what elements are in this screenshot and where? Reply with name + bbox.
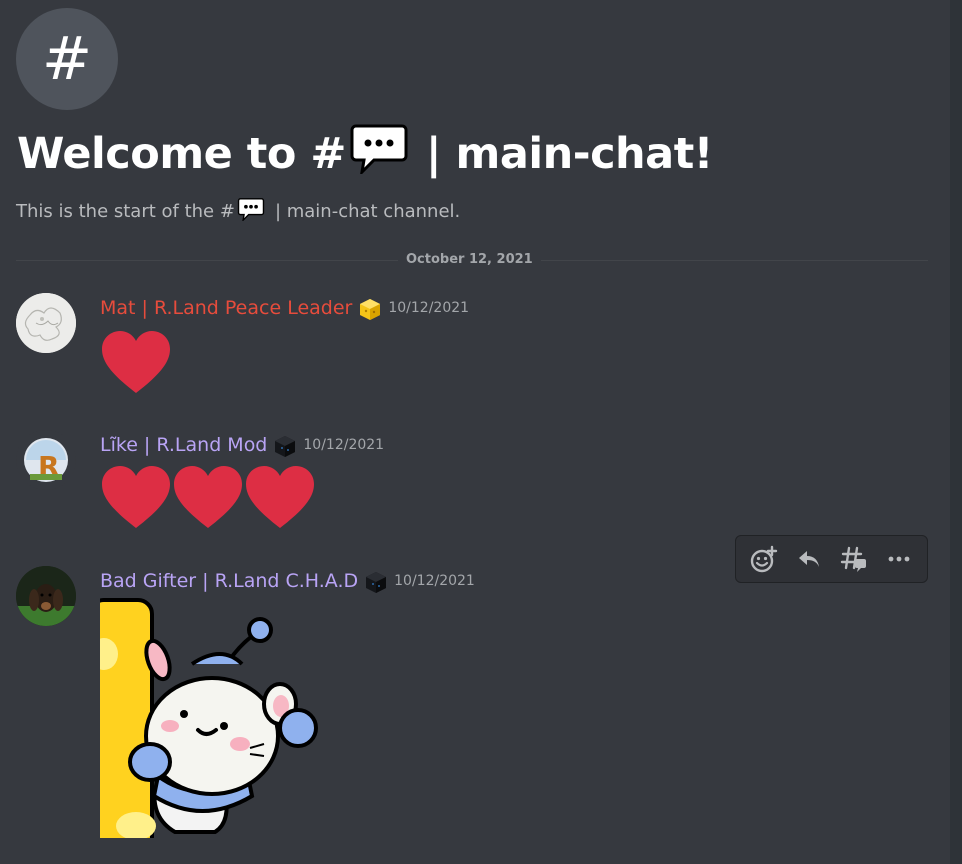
message-header: Lĩke | R.Land Mod 10/12/2021 [100, 434, 384, 457]
dark-block-badge-icon [273, 434, 296, 457]
add-reaction-icon[interactable] [746, 541, 782, 577]
message-content [100, 464, 316, 530]
welcome-prefix: Welcome to # [17, 128, 346, 179]
username[interactable]: Lĩke | R.Land Mod [100, 434, 267, 456]
divider-date: October 12, 2021 [398, 251, 541, 269]
more-options-icon[interactable] [881, 541, 917, 577]
username[interactable]: Mat | R.Land Peace Leader [100, 297, 352, 319]
mouse-peek-sticker[interactable] [100, 598, 320, 838]
reply-icon[interactable] [791, 541, 827, 577]
heart-emoji-icon [102, 466, 170, 528]
welcome-subtitle: This is the start of the # | main-chat c… [16, 197, 460, 226]
channel-hash-icon: # [16, 8, 118, 110]
timestamp[interactable]: 10/12/2021 [303, 437, 384, 453]
heart-emoji-icon [174, 466, 242, 528]
avatar[interactable] [16, 293, 76, 353]
scrollbar[interactable] [950, 0, 962, 864]
avatar[interactable] [16, 566, 76, 626]
heart-emoji-icon [246, 466, 314, 528]
create-thread-icon[interactable] [836, 541, 872, 577]
message-hover-toolbar [735, 535, 928, 583]
welcome-suffix: | main-chat! [425, 128, 713, 179]
subtitle-suffix: | main-chat channel. [274, 201, 461, 222]
message-header: Mat | R.Land Peace Leader 10/12/2021 [100, 297, 469, 320]
speech-bubble-icon [350, 122, 408, 185]
heart-emoji-icon [102, 331, 170, 393]
dark-block-badge-icon [364, 570, 387, 593]
welcome-title: Welcome to # | main-chat! [17, 122, 713, 185]
username[interactable]: Bad Gifter | R.Land C.H.A.D [100, 570, 358, 592]
timestamp[interactable]: 10/12/2021 [388, 300, 469, 316]
message-content [100, 329, 172, 395]
message-header: Bad Gifter | R.Land C.H.A.D 10/12/2021 [100, 570, 475, 593]
avatar[interactable]: R [16, 430, 76, 490]
timestamp[interactable]: 10/12/2021 [394, 573, 475, 589]
gold-block-badge-icon [358, 297, 381, 320]
speech-bubble-small-icon [237, 197, 265, 226]
subtitle-prefix: This is the start of the # [16, 201, 235, 222]
